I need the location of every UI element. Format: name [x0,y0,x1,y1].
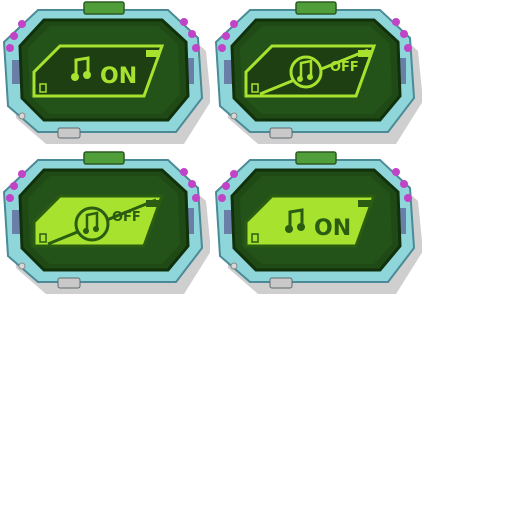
music-toggle-on-normal[interactable]: ON [0,0,210,150]
state-label: ON [314,216,351,241]
status-panel [32,44,165,98]
status-panel [244,194,377,248]
music-note-icon [74,206,110,242]
state-label: ON [100,64,137,89]
state-label: OFF [112,210,141,225]
music-toggle-off-normal[interactable]: OFF [212,0,422,150]
music-toggle-on-pressed[interactable]: ON [212,150,422,300]
music-note-icon [289,55,323,89]
state-label: OFF [330,60,359,75]
music-toggle-off-pressed[interactable]: OFF [0,150,210,300]
